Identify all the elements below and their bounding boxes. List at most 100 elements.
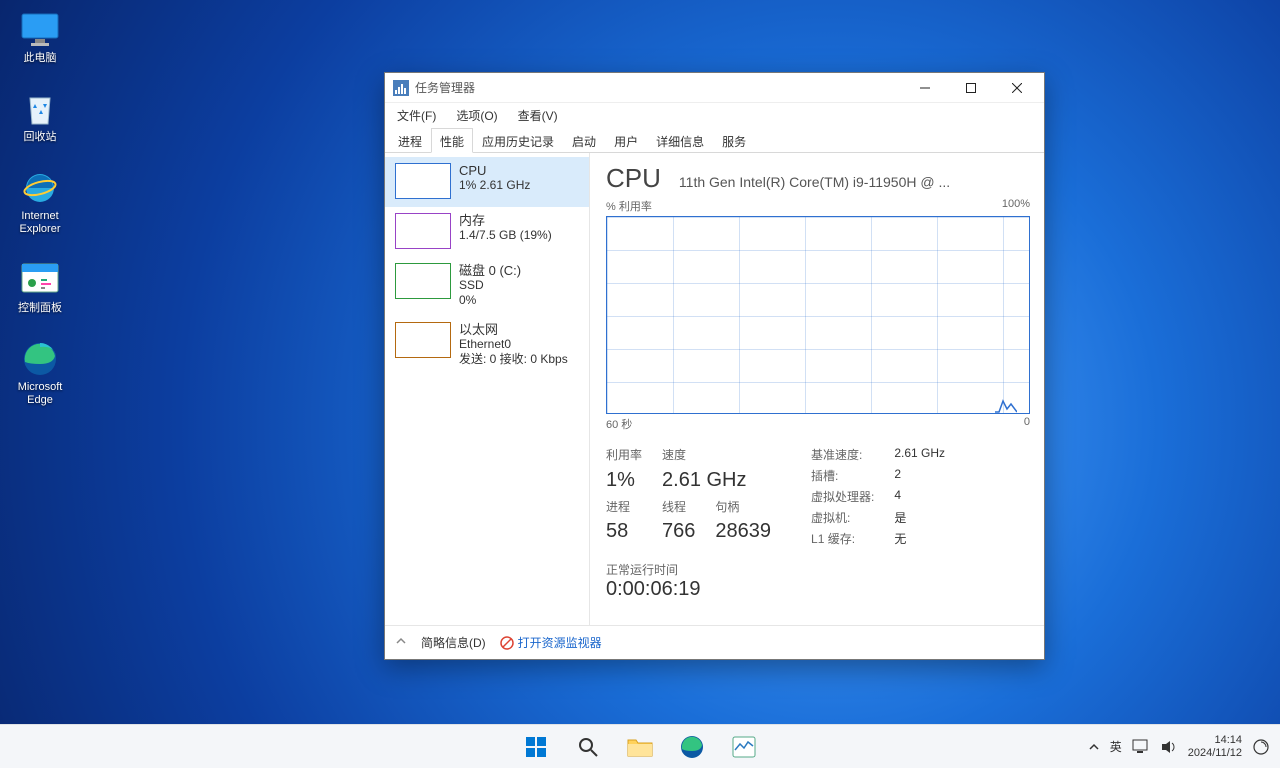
edge-icon (680, 735, 704, 759)
sidebar-mem-title: 内存 (459, 213, 552, 228)
vproc-value: 4 (894, 488, 945, 505)
maximize-button[interactable] (948, 73, 994, 103)
y-label: % 利用率 (606, 198, 652, 214)
tab-performance[interactable]: 性能 (431, 128, 473, 153)
menu-options[interactable]: 选项(O) (452, 105, 501, 126)
sidebar-item-cpu[interactable]: CPU 1% 2.61 GHz (385, 157, 589, 207)
tray-monitor-icon[interactable] (1132, 739, 1150, 755)
cpu-header: CPU 11th Gen Intel(R) Core(TM) i9-11950H… (606, 163, 1030, 194)
minimize-button[interactable] (902, 73, 948, 103)
sidebar-item-memory[interactable]: 内存 1.4/7.5 GB (19%) (385, 207, 589, 257)
taskbar-task-manager[interactable] (724, 727, 764, 767)
menu-file[interactable]: 文件(F) (393, 105, 440, 126)
cpu-graph[interactable] (606, 216, 1030, 414)
base-label: 基准速度: (811, 446, 874, 463)
cpu-mini-graph (395, 163, 451, 199)
thread-label: 线程 (662, 498, 695, 519)
sidebar-cpu-sub: 1% 2.61 GHz (459, 178, 530, 193)
sidebar-eth-title: 以太网 (459, 322, 568, 337)
tab-services[interactable]: 服务 (713, 128, 755, 153)
collapse-toggle[interactable] (395, 635, 407, 650)
desktop-icon-label: 控制面板 (18, 302, 62, 315)
desktop-icon-recycle-bin[interactable]: 回收站 (6, 89, 74, 144)
search-icon (577, 736, 599, 758)
desktop-icon-ie[interactable]: Internet Explorer (6, 168, 74, 236)
taskbar-clock[interactable]: 14:14 2024/11/12 (1188, 734, 1242, 760)
speed-label: 速度 (662, 446, 695, 467)
util-label: 利用率 (606, 446, 642, 467)
x-right: 0 (1024, 416, 1030, 432)
taskbar-explorer[interactable] (620, 727, 660, 767)
resource-monitor-icon (500, 636, 514, 650)
folder-icon (627, 736, 653, 758)
monitor-icon (1132, 739, 1150, 755)
cpu-heading: CPU (606, 163, 661, 194)
window-footer: 简略信息(D) 打开资源监视器 (385, 625, 1044, 659)
desktop-icon-label: 此电脑 (24, 52, 57, 65)
taskbar-search[interactable] (568, 727, 608, 767)
graph-line (995, 395, 1017, 413)
tray-volume[interactable] (1160, 739, 1178, 755)
tray-notifications[interactable] (1252, 738, 1270, 756)
main-panel: CPU 11th Gen Intel(R) Core(TM) i9-11950H… (590, 153, 1044, 625)
uptime-label: 正常运行时间 (606, 561, 1030, 578)
disk-mini-graph (395, 263, 451, 299)
system-tray: 英 14:14 2024/11/12 (1088, 734, 1280, 760)
tab-users[interactable]: 用户 (605, 128, 647, 153)
tab-details[interactable]: 详细信息 (647, 128, 713, 153)
taskbar-center (516, 727, 764, 767)
sidebar-eth-l2: 发送: 0 接收: 0 Kbps (459, 352, 568, 367)
menu-view[interactable]: 查看(V) (514, 105, 562, 126)
tray-overflow[interactable] (1088, 741, 1100, 753)
task-manager-window: 任务管理器 文件(F) 选项(O) 查看(V) 进程 性能 应用历史记录 启动 … (384, 72, 1045, 660)
uptime-value: 0:00:06:19 (606, 578, 1030, 601)
base-value: 2.61 GHz (894, 446, 945, 463)
close-button[interactable] (994, 73, 1040, 103)
sidebar-item-ethernet[interactable]: 以太网 Ethernet0 发送: 0 接收: 0 Kbps (385, 316, 589, 375)
handle-label: 句柄 (715, 498, 771, 519)
cpu-model: 11th Gen Intel(R) Core(TM) i9-11950H @ .… (679, 174, 1030, 190)
l1-value: 无 (894, 530, 945, 547)
vproc-label: 虚拟处理器: (811, 488, 874, 505)
desktop-icon-label: 回收站 (24, 131, 57, 144)
proc-value: 58 (606, 520, 642, 547)
tab-app-history[interactable]: 应用历史记录 (473, 128, 563, 153)
sidebar-mem-sub: 1.4/7.5 GB (19%) (459, 228, 552, 243)
tab-startup[interactable]: 启动 (563, 128, 605, 153)
start-button[interactable] (516, 727, 556, 767)
sockets-label: 插槽: (811, 467, 874, 484)
titlebar[interactable]: 任务管理器 (385, 73, 1044, 103)
chevron-up-icon (1088, 741, 1100, 753)
desktop-icons: 此电脑 回收站 Internet Explorer 控制面板 Microsoft… (6, 10, 74, 407)
sockets-value: 2 (894, 467, 945, 484)
open-resource-monitor[interactable]: 打开资源监视器 (500, 634, 602, 651)
sidebar-item-disk[interactable]: 磁盘 0 (C:) SSD 0% (385, 257, 589, 316)
monitor-icon (20, 10, 60, 50)
handle-value: 28639 (715, 520, 771, 547)
util-value: 1% (606, 469, 642, 496)
vm-value: 是 (894, 509, 945, 526)
fewer-details[interactable]: 简略信息(D) (421, 634, 486, 651)
ime-indicator[interactable]: 英 (1110, 738, 1122, 755)
chevron-up-icon (395, 635, 407, 647)
control-panel-icon (20, 260, 60, 300)
eth-mini-graph (395, 322, 451, 358)
do-not-disturb-icon (1252, 738, 1270, 756)
tab-processes[interactable]: 进程 (389, 128, 431, 153)
x-left: 60 秒 (606, 416, 632, 432)
sidebar: CPU 1% 2.61 GHz 内存 1.4/7.5 GB (19%) 磁盘 0… (385, 153, 590, 625)
sidebar-eth-l1: Ethernet0 (459, 337, 568, 352)
y-max: 100% (1002, 198, 1030, 214)
vm-label: 虚拟机: (811, 509, 874, 526)
desktop-icon-edge[interactable]: Microsoft Edge (6, 339, 74, 407)
desktop-icon-this-pc[interactable]: 此电脑 (6, 10, 74, 65)
desktop-icon-control-panel[interactable]: 控制面板 (6, 260, 74, 315)
ie-icon (20, 168, 60, 208)
desktop-icon-label: Internet Explorer (6, 210, 74, 236)
taskbar-edge[interactable] (672, 727, 712, 767)
window-body: CPU 1% 2.61 GHz 内存 1.4/7.5 GB (19%) 磁盘 0… (385, 153, 1044, 625)
clock-date: 2024/11/12 (1188, 747, 1242, 760)
sidebar-disk-l1: SSD (459, 278, 521, 293)
sidebar-disk-title: 磁盘 0 (C:) (459, 263, 521, 278)
taskbar: 英 14:14 2024/11/12 (0, 724, 1280, 768)
